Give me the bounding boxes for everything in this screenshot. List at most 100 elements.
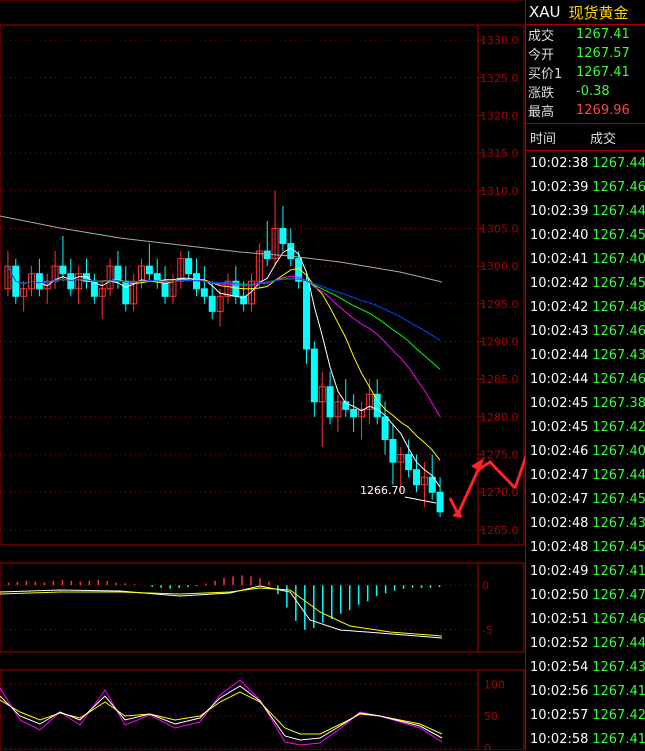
macd-tick-label: -5: [482, 624, 493, 637]
y-tick-label: 1280.0: [480, 411, 519, 424]
tick-row[interactable]: 10:02:42 1267.45: [526, 271, 645, 295]
quote-label: 今开: [528, 48, 555, 63]
tick-price: 1267.46: [592, 179, 645, 195]
tick-time: 10:02:44: [530, 347, 589, 363]
kline-chart[interactable]: 1330.0 1325.0 1320.0 1315.0 1310.0 1305.0 1300…: [0, 0, 525, 750]
macd-panel-frame: [0, 562, 525, 653]
tick-price: 1267.43: [592, 659, 645, 675]
tick-row[interactable]: 10:02:52 1267.44: [526, 631, 645, 655]
tick-row[interactable]: 10:02:47 1267.45: [526, 487, 645, 511]
tick-price: 1267.40: [592, 443, 645, 459]
tick-row[interactable]: 10:02:46 1267.40: [526, 439, 645, 463]
y-tick-label: 1295.0: [480, 298, 519, 311]
tick-time: 10:02:56: [530, 683, 589, 699]
tick-row[interactable]: 10:02:47 1267.44: [526, 463, 645, 487]
tick-time: 10:02:50: [530, 587, 589, 603]
y-tick-label: 1300.0: [480, 260, 519, 273]
tick-time: 10:02:57: [530, 707, 589, 723]
candle-body: [208, 295, 216, 312]
annotation-leader: [404, 496, 437, 504]
candle-body: [326, 386, 334, 418]
quote-rows: 成交 1267.41 今开 1267.57 买价1 1267.41 涨跌 -0.38 最高 126…: [526, 25, 645, 120]
tick-row[interactable]: 10:02:57 1267.42: [526, 703, 645, 727]
red-arrow-2: [477, 460, 517, 490]
tick-time: 10:02:48: [530, 515, 589, 531]
candle-body: [67, 273, 75, 290]
tick-price: 1267.45: [592, 491, 645, 507]
tick-row[interactable]: 10:02:48 1267.45: [526, 535, 645, 559]
tick-price: 1267.43: [592, 347, 645, 363]
tick-price: 1267.45: [592, 275, 645, 291]
tick-row[interactable]: 10:02:44 1267.43: [526, 343, 645, 367]
tick-row[interactable]: 10:02:54 1267.43: [526, 655, 645, 679]
tick-row[interactable]: 10:02:39 1267.46: [526, 175, 645, 199]
tick-row[interactable]: 10:02:48 1267.43: [526, 511, 645, 535]
tick-row[interactable]: 10:02:41 1267.40: [526, 247, 645, 271]
low-price-annotation: 1266.70: [360, 484, 406, 497]
tick-time: 10:02:38: [530, 155, 589, 171]
candle-body: [35, 273, 43, 290]
tick-price: 1267.41: [592, 683, 645, 699]
candle-body: [122, 280, 130, 305]
tick-row[interactable]: 10:02:56 1267.41: [526, 679, 645, 703]
symbol-name: 现货黄金: [568, 3, 629, 22]
tick-row[interactable]: 10:02:44 1267.46: [526, 367, 645, 391]
tick-row[interactable]: 10:02:50 1267.47: [526, 583, 645, 607]
tick-time: 10:02:39: [530, 203, 589, 219]
candle-body: [381, 416, 389, 440]
quote-value: 1269.96: [576, 103, 630, 118]
tick-row[interactable]: 10:02:38 1267.44: [526, 151, 645, 175]
quote-row: 成交 1267.41: [526, 25, 645, 44]
tick-table[interactable]: 10:02:38 1267.44 10:02:39 1267.46 10:02:39 12…: [526, 151, 645, 751]
red-arrow-1: [448, 469, 480, 518]
tick-time: 10:02:39: [530, 179, 589, 195]
tick-row[interactable]: 10:02:58 1267.41: [526, 727, 645, 751]
candle-body: [405, 454, 413, 471]
candle-body: [279, 227, 287, 245]
candle-body: [185, 258, 193, 275]
tick-time: 10:02:49: [530, 563, 589, 579]
tick-time: 10:02:58: [530, 731, 589, 747]
tick-time: 10:02:52: [530, 635, 589, 651]
tick-price: 1267.44: [592, 155, 645, 171]
tick-price: 1267.38: [592, 395, 645, 411]
tick-price: 1267.45: [592, 227, 645, 243]
candle-body: [59, 265, 67, 275]
tick-time: 10:02:45: [530, 419, 589, 435]
tick-time: 10:02:51: [530, 611, 589, 627]
quote-label: 成交: [528, 29, 555, 44]
y-tick-label: 1325.0: [480, 72, 519, 85]
y-tick-label: 1330.0: [480, 34, 519, 47]
candle-body: [436, 491, 444, 513]
quote-value: -0.38: [576, 84, 610, 99]
tick-row[interactable]: 10:02:51 1267.46: [526, 607, 645, 631]
tick-price: 1267.41: [592, 563, 645, 579]
tick-row[interactable]: 10:02:49 1267.41: [526, 559, 645, 583]
tick-price: 1267.42: [592, 707, 645, 723]
quote-value: 1267.57: [576, 46, 630, 61]
tick-row[interactable]: 10:02:42 1267.48: [526, 295, 645, 319]
tick-row[interactable]: 10:02:39 1267.44: [526, 199, 645, 223]
quote-header: XAU 现货黄金: [526, 0, 645, 25]
quote-label: 涨跌: [528, 86, 555, 101]
tick-table-header: 时间 成交: [526, 123, 645, 151]
macd-dea-line: [0, 587, 443, 637]
quote-label: 买价1: [528, 67, 563, 82]
quote-row: 今开 1267.57: [526, 44, 645, 63]
tick-price: 1267.46: [592, 323, 645, 339]
tick-time: 10:02:44: [530, 371, 589, 387]
tick-row[interactable]: 10:02:45 1267.42: [526, 415, 645, 439]
tick-price: 1267.47: [592, 587, 645, 603]
candle-body: [114, 265, 122, 282]
y-tick-label: 1320.0: [480, 109, 519, 122]
tick-row[interactable]: 10:02:43 1267.46: [526, 319, 645, 343]
y-tick-label: 1310.0: [480, 185, 519, 198]
tick-price: 1267.42: [592, 419, 645, 435]
tick-time: 10:02:41: [530, 251, 589, 267]
kdj-d-line: [0, 691, 443, 735]
tick-row[interactable]: 10:02:40 1267.45: [526, 223, 645, 247]
tick-price: 1267.44: [592, 203, 645, 219]
kdj-tick-label: 50: [484, 710, 498, 723]
tick-price: 1267.41: [592, 731, 645, 747]
tick-row[interactable]: 10:02:45 1267.38: [526, 391, 645, 415]
